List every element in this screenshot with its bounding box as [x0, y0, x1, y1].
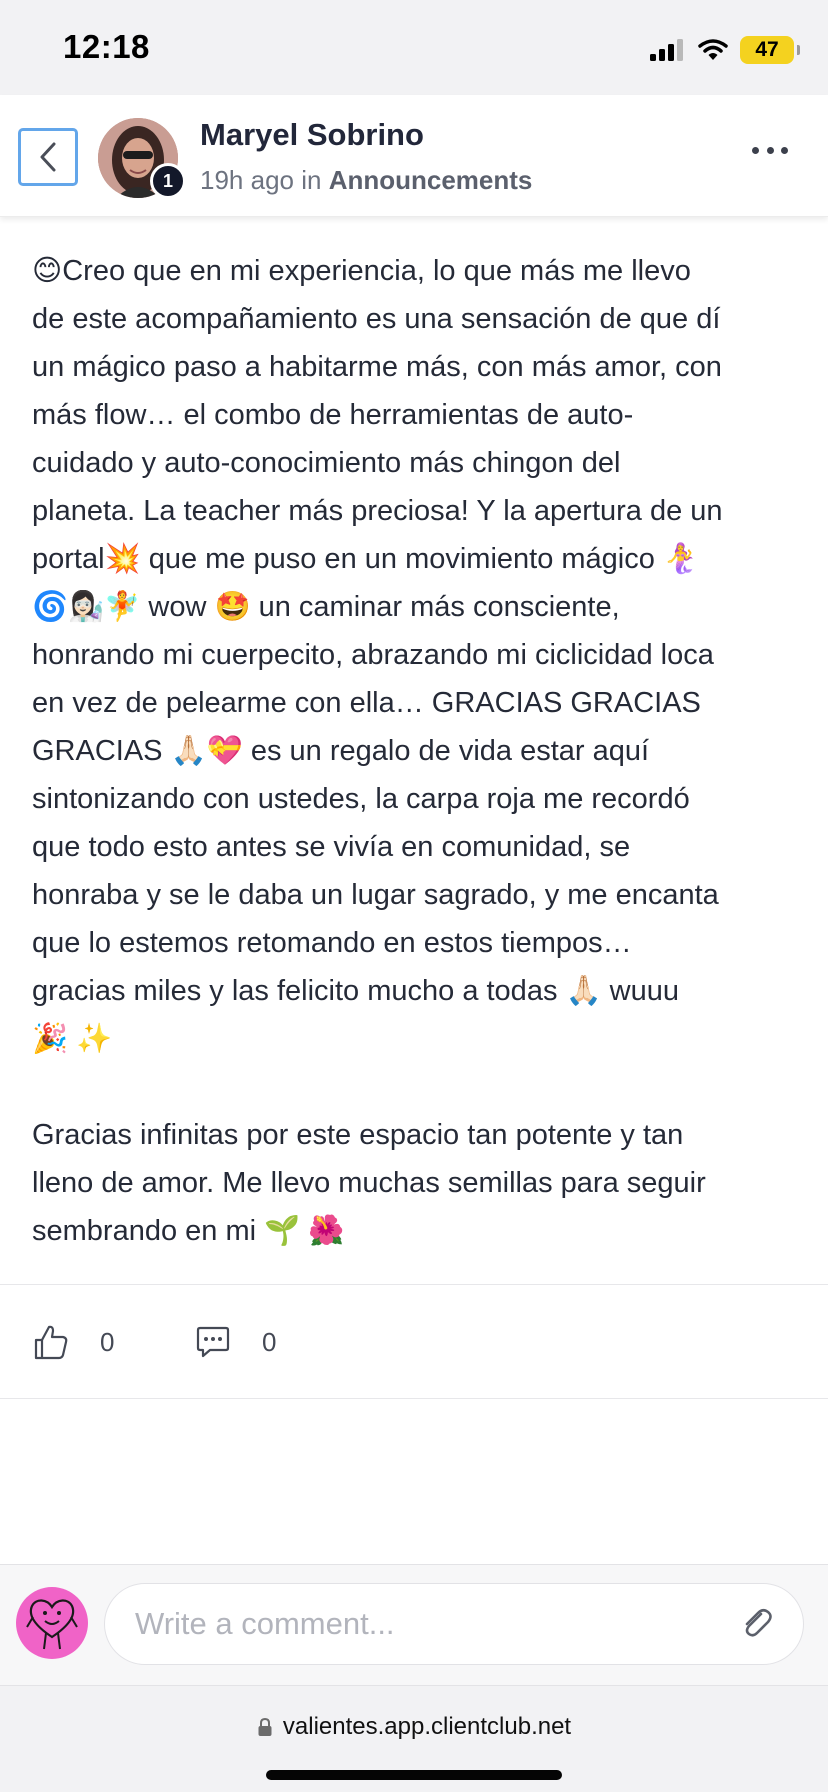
signal-icon: [650, 39, 683, 61]
comment-composer: [0, 1564, 828, 1686]
like-count: 0: [100, 1326, 115, 1357]
status-time: 12:18: [63, 28, 150, 65]
status-bar: 12:18 47: [0, 0, 828, 95]
paperclip-icon: [745, 1608, 772, 1637]
post-paragraph: Gracias infinitas por este espacio tan p…: [32, 1119, 706, 1247]
more-dot: [766, 146, 774, 154]
comment-count: 0: [262, 1326, 277, 1357]
home-indicator[interactable]: [266, 1770, 562, 1780]
wifi-icon: [698, 39, 728, 60]
divider: [0, 1398, 828, 1399]
battery-level: 47: [755, 38, 779, 61]
time-ago: 19h ago: [200, 165, 294, 195]
lock-icon: [258, 1717, 272, 1736]
post-meta: 19h ago in Announcements: [200, 165, 532, 196]
comment-input[interactable]: [135, 1584, 695, 1664]
attach-button[interactable]: [737, 1604, 777, 1644]
status-icons: 47: [650, 34, 800, 66]
post-paragraph: 😊Creo que en mi experiencia, lo que más …: [32, 255, 723, 1055]
browser-bar: valientes.app.clientclub.net: [0, 1686, 828, 1792]
like-button[interactable]: 0: [34, 1318, 114, 1366]
more-horizontal-icon: [752, 146, 759, 154]
comment-icon: [196, 1326, 230, 1358]
more-dot: [781, 146, 788, 154]
comment-button[interactable]: 0: [196, 1318, 276, 1366]
battery-icon: 47: [740, 36, 800, 64]
more-options-button[interactable]: [746, 135, 794, 165]
url-text: valientes.app.clientclub.net: [282, 1713, 572, 1740]
url-bar[interactable]: valientes.app.clientclub.net: [0, 1713, 828, 1741]
back-button[interactable]: [18, 128, 78, 186]
in-word: in: [301, 165, 322, 195]
comment-field[interactable]: [104, 1583, 804, 1665]
user-avatar[interactable]: [16, 1587, 88, 1659]
heart-character-icon: [26, 1599, 78, 1650]
divider: [0, 1284, 828, 1285]
author-name[interactable]: Maryel Sobrino: [200, 117, 424, 153]
thumbs-up-icon: [34, 1325, 68, 1360]
chevron-left-icon: [40, 142, 56, 172]
category-link[interactable]: Announcements: [329, 165, 533, 195]
post-header: 1 Maryel Sobrino 19h ago in Announcement…: [0, 95, 828, 217]
avatar-badge: 1: [150, 163, 186, 199]
post-body: 😊Creo que en mi experiencia, lo que más …: [32, 247, 802, 1255]
